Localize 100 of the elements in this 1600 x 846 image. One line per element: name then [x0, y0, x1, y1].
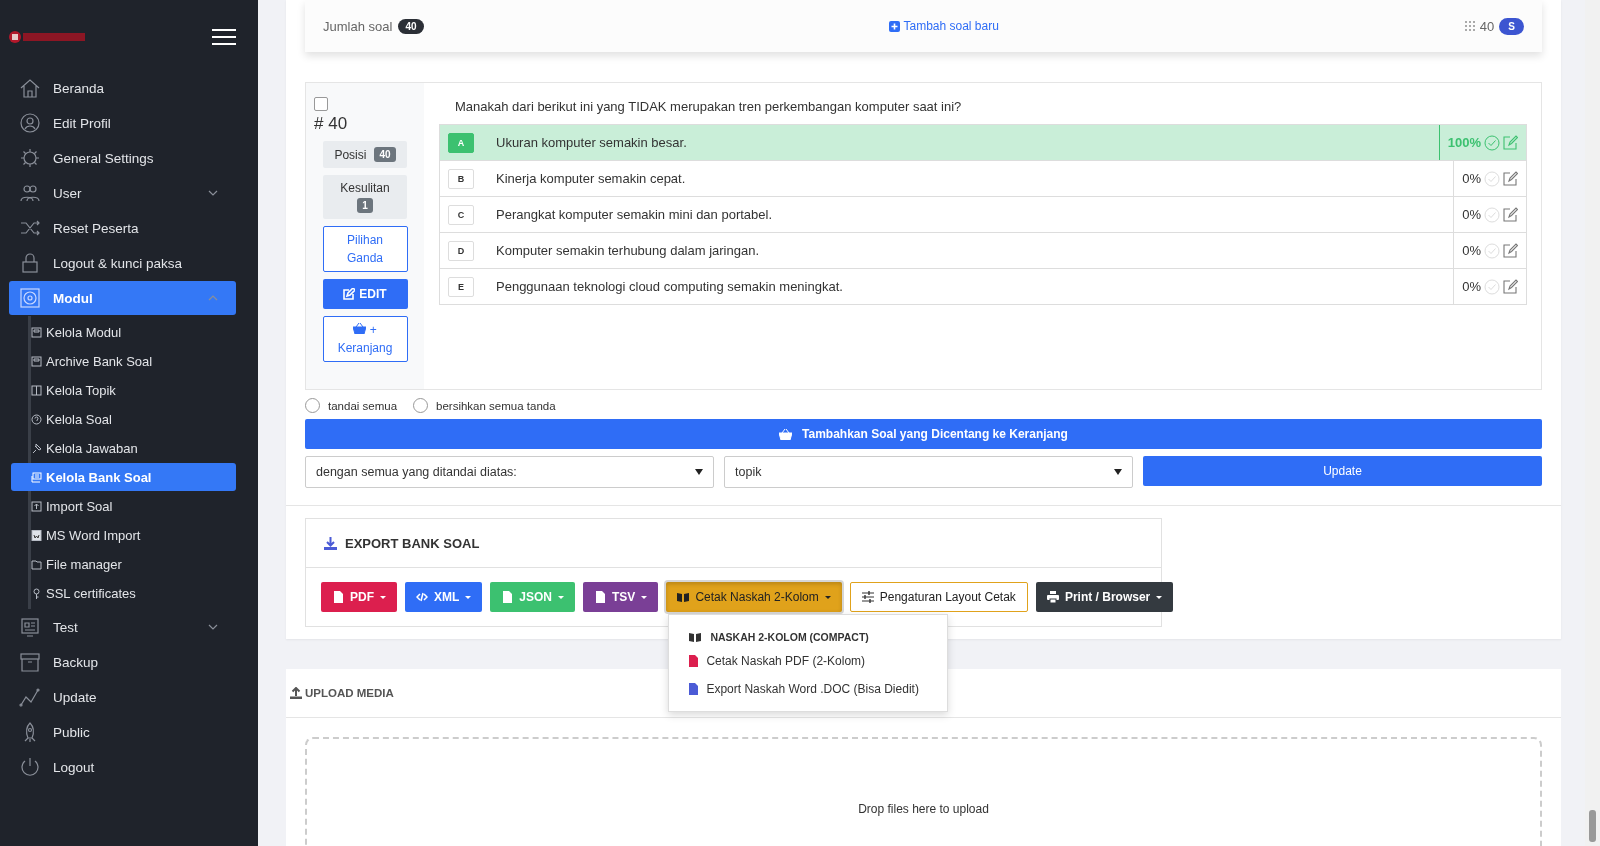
percent-text: 0% [1462, 279, 1481, 294]
word-icon [31, 529, 42, 541]
option-letter: B [448, 168, 474, 189]
difficulty-label: Kesulitan [340, 181, 390, 195]
submenu-item[interactable]: Kelola Topik [11, 376, 236, 404]
sidebar-item[interactable]: Test [9, 610, 236, 644]
chart-icon [19, 686, 41, 708]
chevron-icon [208, 295, 218, 301]
archive-icon [31, 355, 42, 367]
export-title: EXPORT BANK SOAL [345, 535, 480, 551]
edit-icon[interactable] [1503, 135, 1518, 150]
export-button[interactable]: Cetak Naskah 2-Kolom [666, 582, 842, 612]
upload-title: UPLOAD MEDIA [305, 687, 394, 699]
option-letter: E [448, 276, 474, 297]
menu-icon[interactable] [212, 29, 236, 45]
export-button[interactable]: Print / Browser [1035, 582, 1174, 612]
avatar-badge[interactable]: S [1499, 17, 1524, 35]
topic-select[interactable]: topik [724, 456, 1133, 488]
lock-icon [19, 252, 41, 274]
book-icon [31, 384, 42, 396]
edit-icon[interactable] [1503, 243, 1518, 258]
grid-icon [1464, 21, 1475, 31]
basket-icon [779, 428, 793, 440]
dropdown-item[interactable]: Export Naskah Word .DOC (Bisa Diedit) [669, 675, 948, 703]
export-button[interactable]: XML [405, 582, 483, 612]
import-icon [31, 500, 42, 512]
action-select[interactable]: dengan semua yang ditandai diatas: [305, 456, 714, 488]
home-icon [19, 77, 41, 99]
download-icon [324, 536, 337, 550]
edit-icon[interactable] [1503, 171, 1518, 186]
submenu-item[interactable]: Kelola Jawaban [11, 434, 236, 462]
percent-text: 0% [1462, 207, 1481, 222]
option-text: Komputer semakin terhubung dalam jaringan. [496, 243, 761, 258]
question-checkbox[interactable] [314, 97, 328, 111]
edit-icon[interactable] [1503, 279, 1518, 294]
sidebar-item[interactable]: User [9, 176, 236, 210]
folder-icon [31, 558, 42, 570]
sidebar-item[interactable]: Public [9, 715, 236, 749]
submenu-item[interactable]: File manager [11, 550, 236, 578]
gear-icon [19, 147, 41, 169]
edit-button[interactable]: EDIT [322, 279, 408, 309]
users-icon [19, 182, 41, 204]
user-circle-icon [19, 112, 41, 134]
add-checked-to-cart-button[interactable]: Tambahkan Soal yang Dicentang ke Keranjang [305, 419, 1542, 449]
power-icon [19, 756, 41, 778]
dropzone-text: Drop files here to upload [858, 802, 989, 816]
option-text: Ukuran komputer semakin besar. [496, 135, 688, 150]
add-to-cart-button[interactable]: + Keranjang [322, 316, 408, 362]
check-circle-icon[interactable] [1484, 134, 1500, 151]
sidebar-item[interactable]: Beranda [9, 71, 236, 105]
option-text: Penggunaan teknologi cloud computing semakin meningkat. [496, 279, 844, 294]
export-button[interactable]: TSV [583, 582, 659, 612]
sidebar-item[interactable]: Backup [9, 645, 236, 679]
radio-option[interactable]: bersihkan semua tanda [413, 398, 556, 413]
stack-icon [31, 471, 42, 483]
grid-count: 40 [1479, 18, 1495, 34]
dropzone[interactable]: Drop files here to upload [305, 737, 1542, 846]
radio-option[interactable]: tandai semua [305, 398, 398, 413]
xml-icon [416, 591, 428, 603]
sidebar-item[interactable]: Logout & kunci paksa [9, 246, 236, 280]
basket-icon [353, 323, 367, 334]
question-icon [31, 413, 42, 425]
book-icon [689, 632, 702, 642]
option-text: Perangkat komputer semakin mini dan portabel. [496, 207, 774, 222]
option-text: Kinerja komputer semakin cepat. [496, 171, 687, 186]
option-letter: A [448, 132, 474, 153]
question-type-button[interactable]: Pilihan Ganda [322, 226, 408, 272]
submenu-item[interactable]: Kelola Bank Soal [11, 463, 236, 491]
submenu-item[interactable]: Archive Bank Soal [11, 347, 236, 375]
edit-icon [343, 288, 356, 300]
edit-icon[interactable] [1503, 207, 1518, 222]
update-button[interactable]: Update [1143, 456, 1542, 486]
percent-text: 0% [1462, 171, 1481, 186]
sidebar-item[interactable]: Reset Peserta [9, 211, 236, 245]
submenu-item[interactable]: MS Word Import [11, 521, 236, 549]
submenu-item[interactable]: SSL certificates [11, 579, 236, 607]
count-badge: 40 [398, 18, 424, 34]
sidebar-item[interactable]: Edit Profil [9, 106, 236, 140]
export-button[interactable]: PDF [321, 582, 397, 612]
news-icon [19, 616, 41, 638]
submenu-item[interactable]: Import Soal [11, 492, 236, 520]
export-button[interactable]: Pengaturan Layout Cetak [849, 582, 1028, 612]
word-file-icon [689, 683, 699, 695]
position-label: Posisi [334, 147, 367, 162]
sidebar-item[interactable]: General Settings [9, 141, 236, 175]
add-question-link[interactable]: Tambah soal baru [889, 19, 999, 33]
sidebar-item[interactable]: Update [9, 680, 236, 714]
chevron-icon [208, 190, 218, 196]
chevron-icon [208, 624, 218, 630]
upload-icon [290, 687, 302, 699]
sidebar-item[interactable]: Logout [9, 750, 236, 784]
submenu-item[interactable]: Kelola Modul [11, 318, 236, 346]
question-count-label: Jumlah soal [323, 18, 393, 34]
percent-text: 100% [1447, 135, 1481, 150]
sidebar-item[interactable]: Modul [9, 281, 236, 315]
submenu-item[interactable]: Kelola Soal [11, 405, 236, 433]
dropdown-item[interactable]: Cetak Naskah PDF (2-Kolom) [669, 647, 948, 675]
question-text: Manakah dari berikut ini yang TIDAK merupakan tren perkembangan komputer saat ini? [455, 99, 963, 114]
position-badge: 40 [374, 147, 396, 162]
question-number: # 40 [314, 114, 348, 134]
